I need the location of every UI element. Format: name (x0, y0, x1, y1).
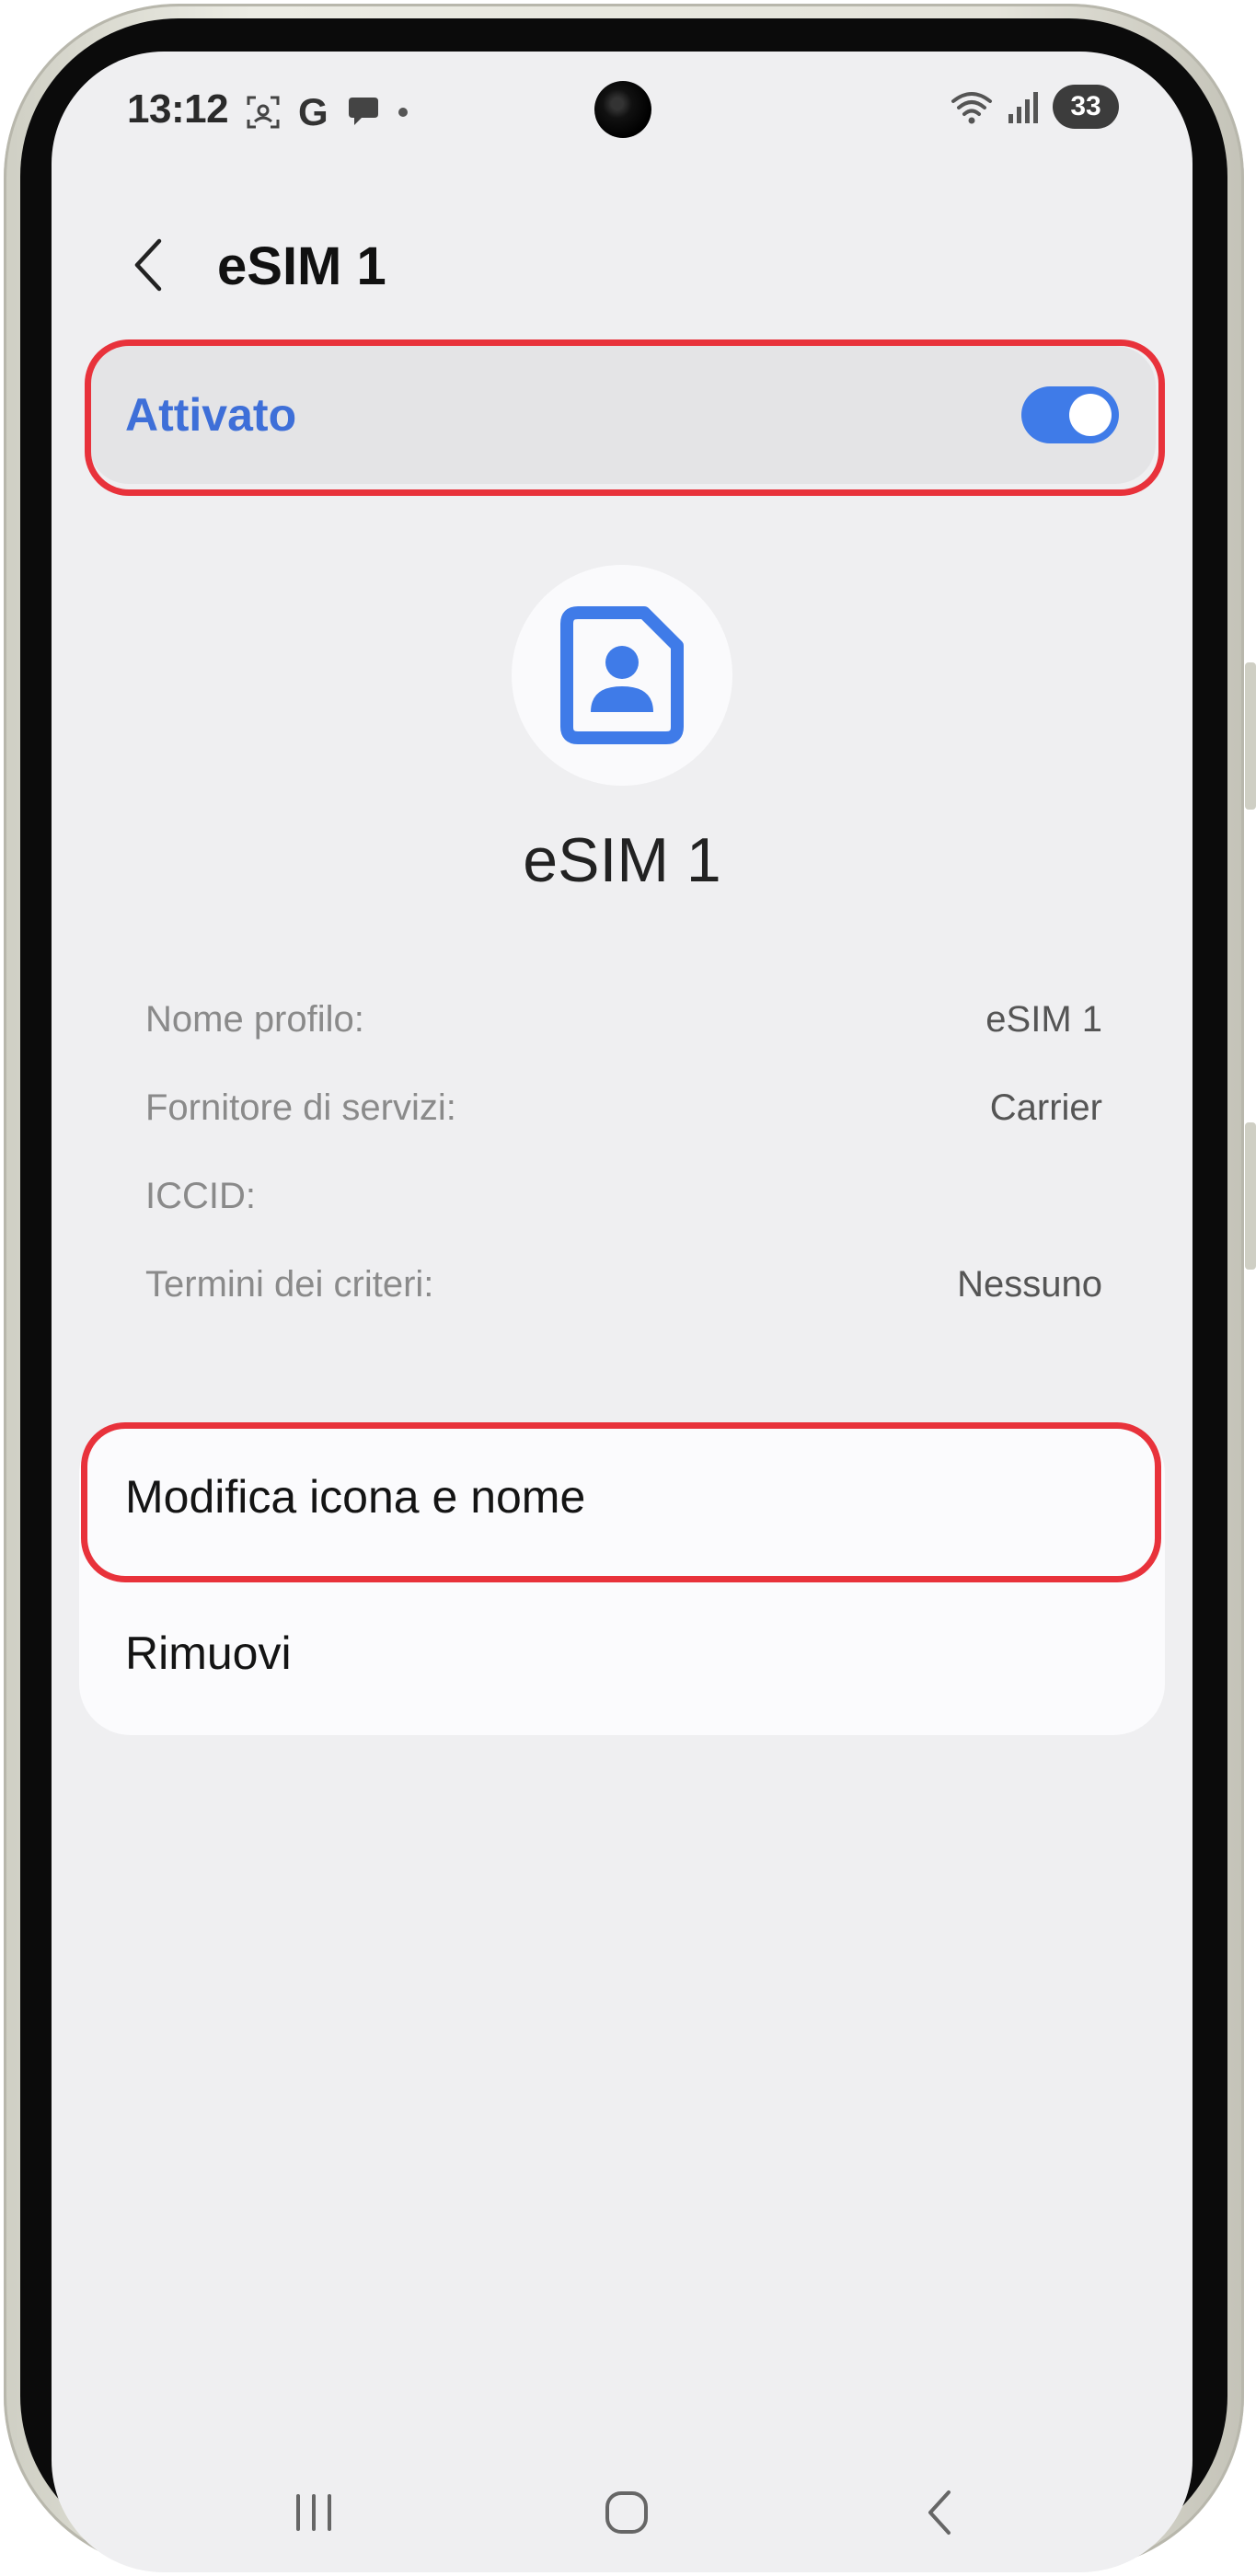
battery-indicator: 33 (1053, 85, 1119, 129)
avatar (512, 565, 732, 786)
info-value: Carrier (989, 1087, 1102, 1128)
home-button[interactable] (585, 2480, 668, 2545)
activated-toggle-row[interactable]: Attivato (88, 346, 1156, 484)
switch-knob (1069, 394, 1112, 436)
info-key: Fornitore di servizi: (145, 1087, 456, 1128)
toggle-label: Attivato (125, 389, 297, 441)
back-button[interactable] (116, 228, 180, 302)
recent-apps-button[interactable] (272, 2480, 355, 2545)
system-icons: 33 (950, 85, 1119, 129)
notification-icons: G (245, 90, 408, 134)
status-bar: 13:12 G 33 (52, 52, 1193, 171)
battery-level: 33 (1070, 91, 1101, 121)
page-title: eSIM 1 (217, 236, 386, 296)
app-bar: eSIM 1 (52, 208, 1193, 318)
screenshot-icon (247, 96, 280, 129)
google-g-icon: G (298, 90, 328, 133)
wifi-icon (951, 92, 992, 124)
navigation-bar (52, 2462, 1193, 2563)
actions-card: Modifica icona e nome Rimuovi (79, 1422, 1165, 1735)
info-row-profile-name: Nome profilo: eSIM 1 (145, 999, 1102, 1054)
volume-button (1245, 662, 1256, 810)
screen: 13:12 G 33 eSIM 1 Attivato eSIM 1 Nome p… (52, 52, 1193, 2572)
home-icon (605, 2491, 648, 2534)
signal-icon (1008, 92, 1038, 123)
power-button (1245, 1122, 1256, 1270)
edit-icon-and-name-button[interactable]: Modifica icona e nome (125, 1470, 585, 1524)
profile-name: eSIM 1 (523, 825, 721, 895)
back-nav-icon (928, 2490, 951, 2535)
chevron-left-icon (134, 238, 162, 292)
recents-icon (296, 2494, 331, 2531)
info-key: Nome profilo: (145, 999, 364, 1040)
dot-icon (398, 108, 408, 117)
info-key: Termini dei criteri: (145, 1264, 434, 1305)
front-camera (594, 81, 651, 138)
sim-contact-icon (560, 606, 684, 744)
info-row-policy-terms: Termini dei criteri: Nessuno (145, 1264, 1102, 1319)
info-value: eSIM 1 (985, 999, 1102, 1040)
info-key: ICCID: (145, 1176, 256, 1216)
info-value: Nessuno (957, 1264, 1102, 1305)
info-row-provider: Fornitore di servizi: Carrier (145, 1087, 1102, 1143)
activated-switch[interactable] (1021, 386, 1119, 443)
status-time: 13:12 (127, 86, 229, 132)
chat-bubble-icon (348, 98, 378, 125)
remove-button[interactable]: Rimuovi (125, 1627, 292, 1680)
info-row-iccid: ICCID: (145, 1176, 1102, 1231)
back-nav-button[interactable] (898, 2480, 981, 2545)
